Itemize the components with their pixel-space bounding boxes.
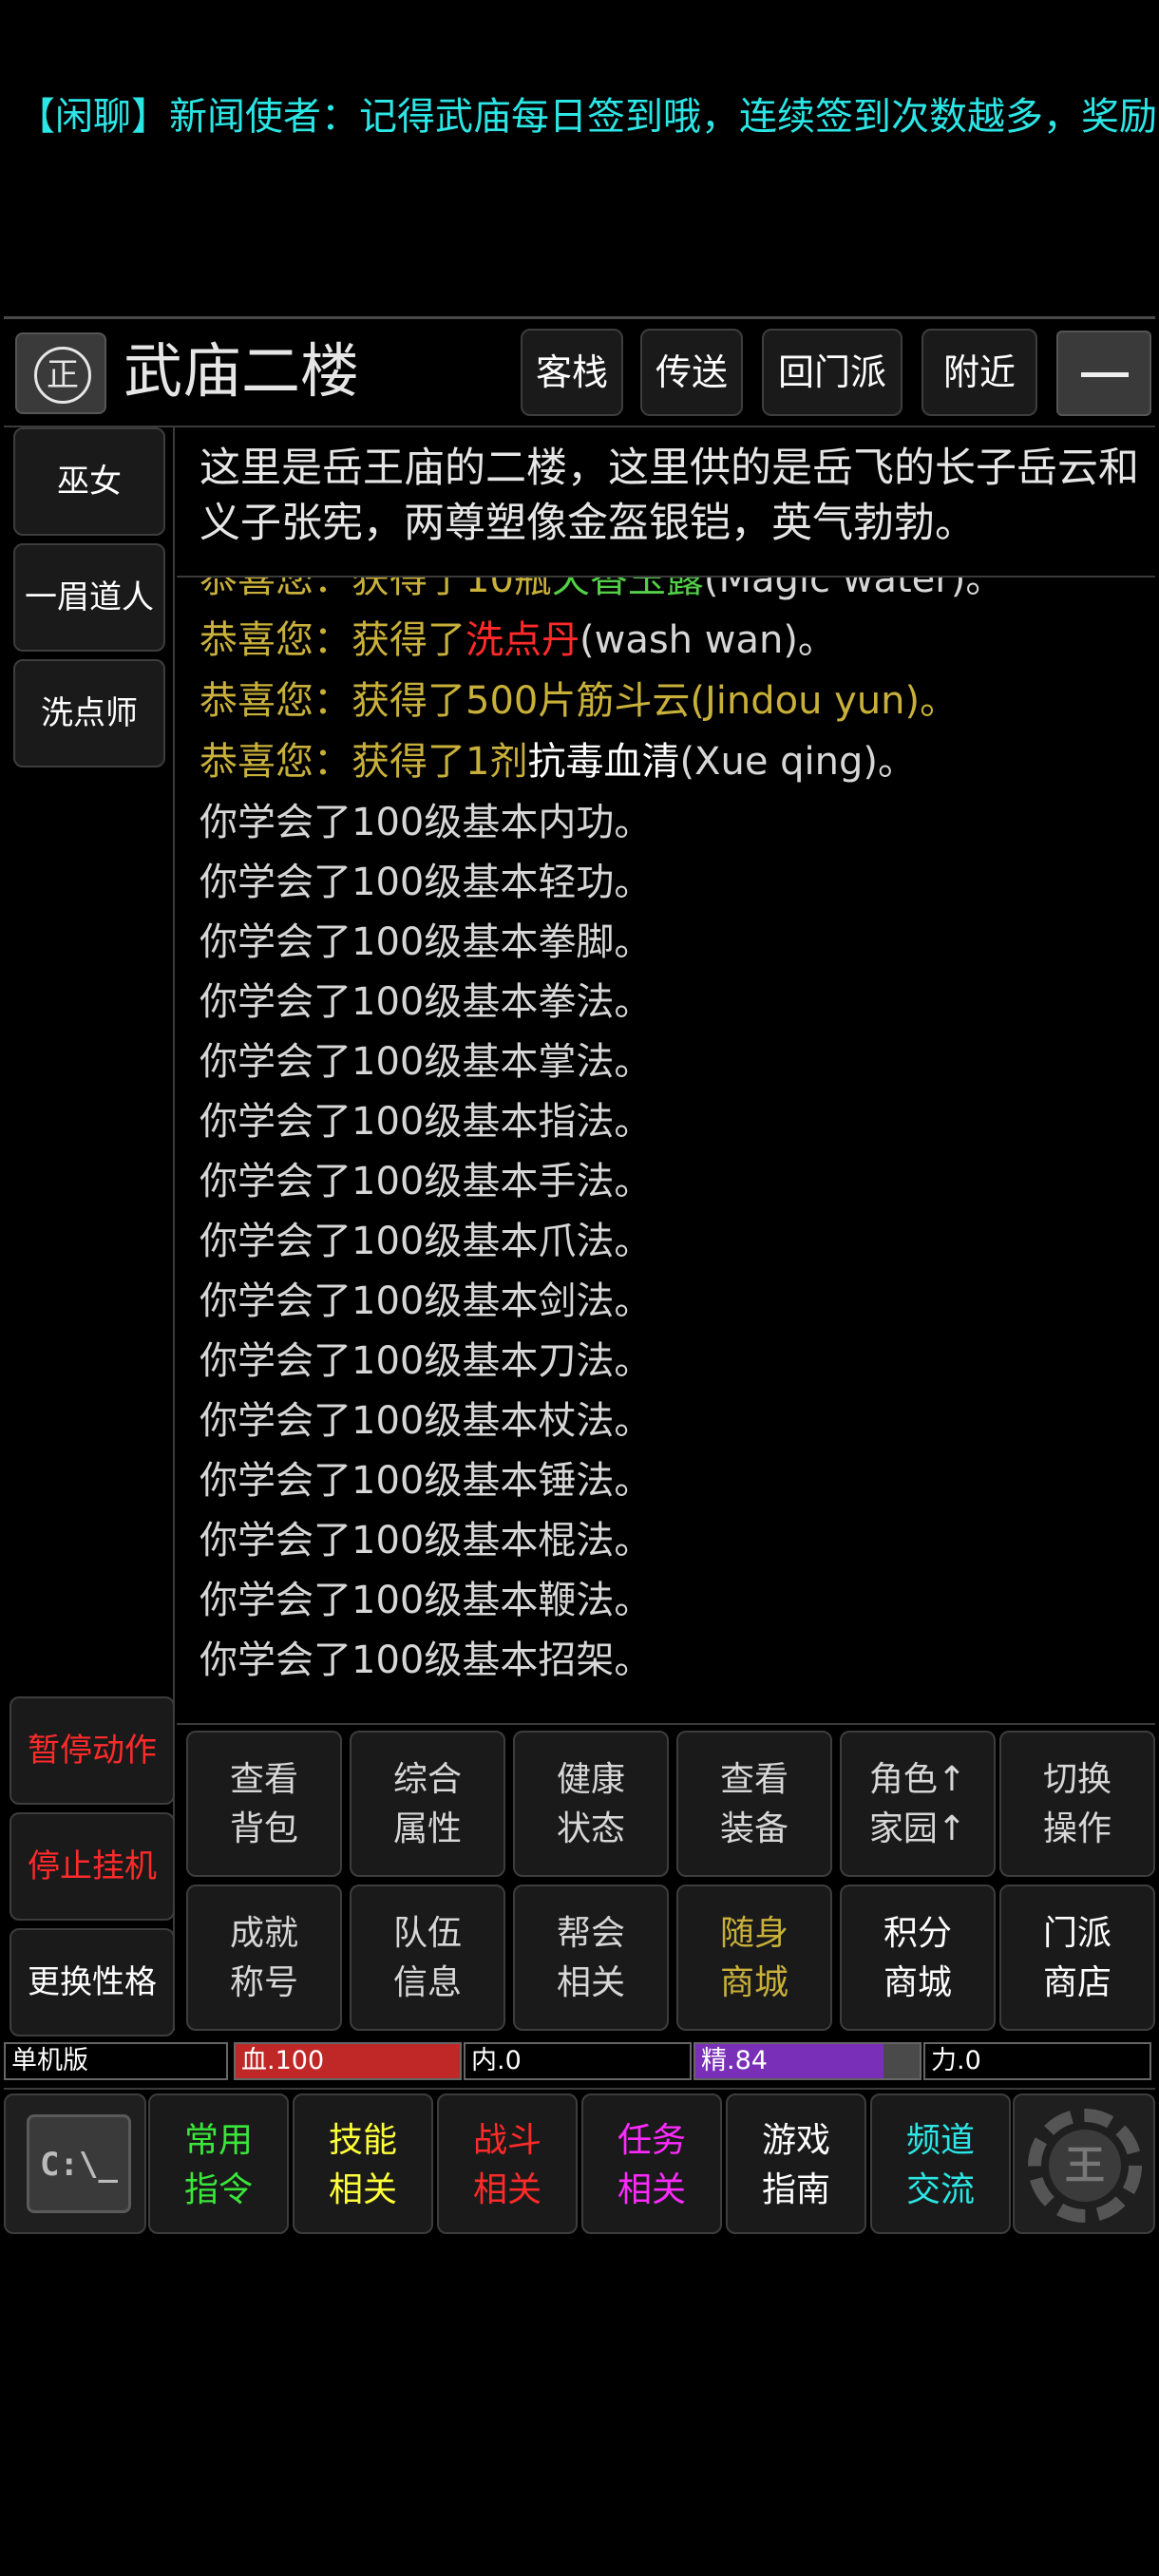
alignment-badge[interactable]: 正 [15,332,106,414]
points-shop-button[interactable]: 积分 商城 [840,1885,996,2031]
npc-yimei-taoist[interactable]: 一眉道人 [13,543,165,652]
switch-operation-button[interactable]: 切换 操作 [999,1731,1155,1877]
minimize-button[interactable] [1056,331,1151,416]
log-line-skill: 你学会了100级基本指法。 [200,1100,653,1144]
log-line-reward: 恭喜您：获得了1剂抗毒血清(Xue qing)。 [200,740,916,784]
terminal-button[interactable]: C:\_ [4,2093,146,2234]
pause-action-button[interactable]: 暂停动作 [10,1696,175,1805]
channel-chat-tab[interactable]: 频道 交流 [870,2093,1011,2234]
hp-bar: 血.100 [234,2042,462,2080]
log-line-skill: 你学会了100级基本掌法。 [200,1040,653,1084]
room-description: 这里是岳王庙的二楼，这里供的是岳飞的长子岳云和义子张宪，两尊塑像金盔银铠，英气勃… [200,445,1139,547]
log-line-skill: 你学会了100级基本棍法。 [200,1519,653,1563]
nearby-button[interactable]: 附近 [922,329,1037,416]
divider [4,426,1155,427]
view-equipment-button[interactable]: 查看 装备 [676,1731,832,1877]
minus-icon [1081,372,1129,377]
quests-tab[interactable]: 任务 相关 [581,2093,722,2234]
log-line-skill: 你学会了100级基本拳脚。 [200,920,653,964]
change-personality-button[interactable]: 更换性格 [10,1928,175,2036]
log-line-skill: 你学会了100级基本手法。 [200,1160,653,1203]
game-guide-tab[interactable]: 游戏 指南 [726,2093,866,2234]
view-bag-button[interactable]: 查看 背包 [186,1731,342,1877]
inn-button[interactable]: 客栈 [521,329,623,416]
npc-sidebar: 巫女 一眉道人 洗点师 暂停动作 停止挂机 更换性格 [4,426,175,2036]
role-home-button[interactable]: 角色↑ 家园↑ [840,1731,996,1877]
divider [4,2088,1155,2090]
teleport-button[interactable]: 传送 [640,329,743,416]
log-line-skill: 你学会了100级基本爪法。 [200,1220,653,1263]
skills-tab[interactable]: 技能 相关 [293,2093,433,2234]
log-line-skill: 你学会了100级基本拳法。 [200,980,653,1024]
combat-tab[interactable]: 战斗 相关 [437,2093,578,2234]
location-title: 武庙二楼 [124,336,360,406]
common-commands-tab[interactable]: 常用 指令 [148,2093,289,2234]
terminal-icon: C:\_ [27,2114,131,2213]
npc-respec-master[interactable]: 洗点师 [13,659,165,767]
alignment-icon: 正 [34,347,91,404]
npc-witch[interactable]: 巫女 [13,427,165,536]
jing-bar: 精.84 [694,2042,922,2080]
log-line-skill: 你学会了100级基本锤法。 [200,1459,653,1503]
team-info-button[interactable]: 队伍 信息 [350,1885,505,2031]
health-status-button[interactable]: 健康 状态 [513,1731,669,1877]
settings-button[interactable]: 王 [1013,2093,1155,2234]
log-line-reward: 恭喜您：获得了洗点丹(wash wan)。 [200,618,836,662]
li-bar: 力.0 [923,2042,1151,2080]
log-line-skill: 你学会了100级基本鞭法。 [200,1579,653,1622]
message-log[interactable]: 恭喜您：获得了10瓶天香玉露(Magic water)。 恭喜您：获得了洗点丹(… [180,578,1155,1717]
log-line-skill: 你学会了100级基本刀法。 [200,1339,653,1383]
gear-center-glyph: 王 [1049,2130,1121,2202]
stop-afk-button[interactable]: 停止挂机 [10,1812,175,1921]
return-sect-button[interactable]: 回门派 [762,329,902,416]
location-header: 正 武庙二楼 客栈 传送 回门派 附近 [4,319,1155,426]
log-line-skill: 你学会了100级基本内功。 [200,801,653,844]
news-ticker: 【闲聊】新闻使者：记得武庙每日签到哦，连续签到次数越多，奖励越丰厚 [17,95,1157,139]
log-line-partial: 恭喜您：获得了10瓶天香玉露(Magic water)。 [200,578,1004,601]
log-line-skill: 你学会了100级基本招架。 [200,1638,653,1682]
divider [177,1723,1155,1725]
log-line-skill: 你学会了100级基本杖法。 [200,1399,653,1443]
guild-button[interactable]: 帮会 相关 [513,1885,669,2031]
portable-shop-button[interactable]: 随身 商城 [676,1885,832,2031]
log-line-skill: 你学会了100级基本轻功。 [200,861,653,904]
sect-shop-button[interactable]: 门派 商店 [999,1885,1155,2031]
log-line-skill: 你学会了100级基本剑法。 [200,1279,653,1323]
log-line-reward: 恭喜您：获得了500片筋斗云(Jindou yun)。 [200,679,959,723]
achievements-button[interactable]: 成就 称号 [186,1885,342,2031]
neili-bar: 内.0 [464,2042,692,2080]
mode-label: 单机版 [4,2042,228,2080]
attributes-button[interactable]: 综合 属性 [350,1731,505,1877]
